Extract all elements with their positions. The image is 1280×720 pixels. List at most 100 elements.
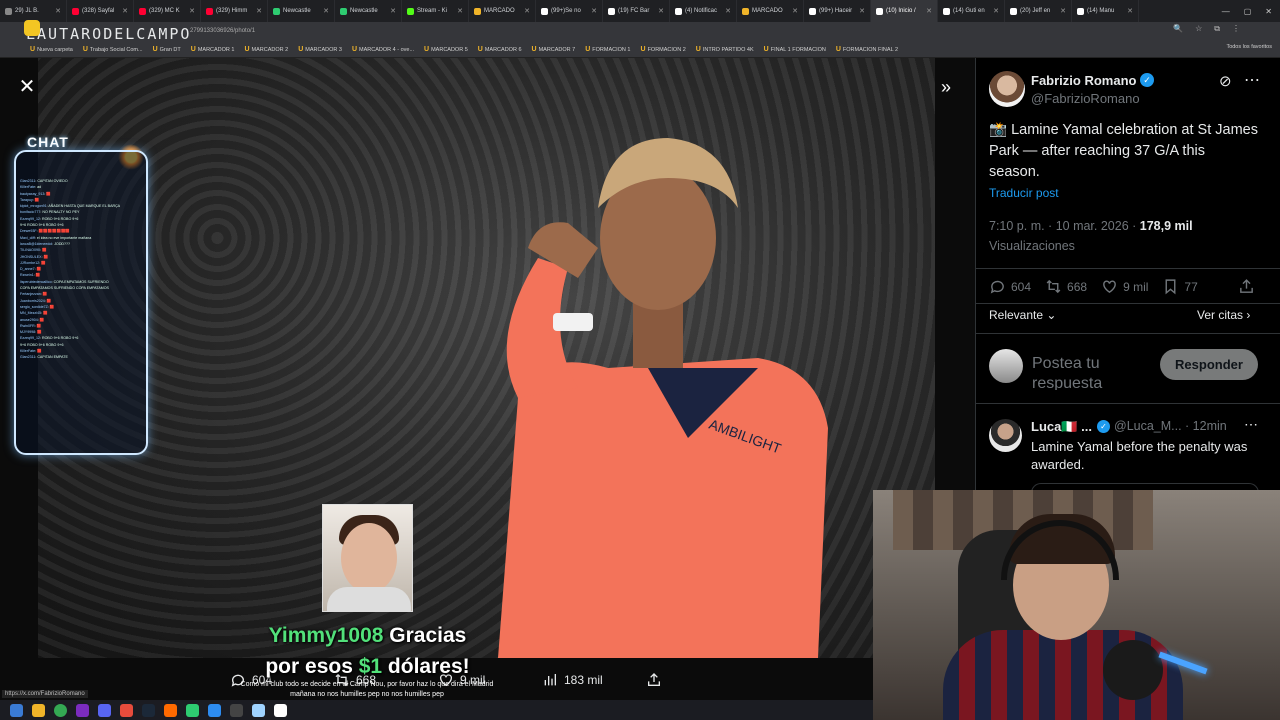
app-icon[interactable] (164, 703, 177, 717)
tab-close-icon[interactable]: ✕ (1060, 7, 1066, 15)
like-button[interactable]: 9 mil (1101, 278, 1148, 295)
grok-icon[interactable]: ⊘ (1219, 72, 1232, 90)
reply-author-avatar[interactable] (989, 419, 1022, 452)
start-icon[interactable] (10, 703, 23, 717)
tab-close-icon[interactable]: ✕ (55, 7, 61, 15)
viewer-share-button[interactable] (646, 672, 750, 688)
obs-icon[interactable] (230, 703, 243, 717)
tab-close-icon[interactable]: ✕ (792, 7, 798, 15)
author-name[interactable]: Fabrizio Romano (1031, 73, 1136, 88)
bookmark-item[interactable]: U MARCADOR 3 (298, 46, 342, 53)
tab-close-icon[interactable]: ✕ (189, 7, 195, 15)
close-viewer-button[interactable]: ✕ (16, 76, 38, 98)
tab-label: (14) Manu (1087, 8, 1115, 14)
steam-icon[interactable] (142, 703, 155, 717)
reply-submit-button[interactable]: Responder (1160, 349, 1258, 380)
app-icon[interactable] (76, 703, 89, 717)
bookmark-item[interactable]: U INTRO PARTIDO 4K (696, 46, 754, 53)
all-bookmarks-link[interactable]: Todos los favoritos (1226, 44, 1272, 50)
author-avatar[interactable] (989, 71, 1025, 107)
tab-close-icon[interactable]: ✕ (256, 7, 262, 15)
tab-close-icon[interactable]: ✕ (390, 7, 396, 15)
bookmark-item[interactable]: U Trabajo Social Com... (83, 46, 143, 53)
browser-tab[interactable]: (14) Manu ✕ (1072, 0, 1139, 22)
browser-tab[interactable]: 29) JL B. ✕ (0, 0, 67, 22)
tweet-timestamp[interactable]: 7:10 p. m. · 10 mar. 2026 · (989, 219, 1140, 233)
bookmark-button[interactable]: 77 (1162, 278, 1198, 295)
browser-tab[interactable]: (99+) Haceir ✕ (804, 0, 871, 22)
bookmark-item[interactable]: U MARCADOR 6 (478, 46, 522, 53)
bookmark-item[interactable]: U MARCADOR 7 (532, 46, 576, 53)
app-icon[interactable] (208, 703, 221, 717)
tab-close-icon[interactable]: ✕ (725, 7, 731, 15)
bookmark-item[interactable]: U FORMACION FINAL 2 (836, 46, 898, 53)
discord-icon[interactable] (98, 703, 111, 717)
bookmark-item[interactable]: U Gran DT (153, 46, 181, 53)
author-handle[interactable]: @FabrizioRomano (1031, 91, 1140, 106)
browser-tab[interactable]: (19) FC Bar ✕ (603, 0, 670, 22)
close-window-icon[interactable]: ✕ (1265, 7, 1272, 16)
tab-close-icon[interactable]: ✕ (323, 7, 329, 15)
url-text[interactable]: 2799133036926/photo/1 (190, 28, 255, 34)
bookmark-item[interactable]: U FORMACION 1 (585, 46, 630, 53)
more-options-icon[interactable]: ⋯ (1244, 416, 1258, 433)
minimize-icon[interactable]: — (1222, 7, 1230, 16)
browser-tab[interactable]: Stream - Ki ✕ (402, 0, 469, 22)
more-options-icon[interactable]: ⋯ (1244, 70, 1260, 90)
app-icon[interactable] (120, 703, 133, 717)
bookmark-item[interactable]: U FORMACION 2 (641, 46, 686, 53)
tab-close-icon[interactable]: ✕ (1127, 7, 1133, 15)
share-icon[interactable] (1238, 278, 1255, 295)
tab-close-icon[interactable]: ✕ (524, 7, 530, 15)
sort-dropdown[interactable]: Relevante ⌄ (989, 308, 1056, 322)
reply-button[interactable]: 604 (989, 278, 1031, 295)
donation-alert: Yimmy1008 Gracias por esos $1 dólares! (230, 620, 505, 682)
toggle-sidebar-button[interactable]: » (935, 76, 957, 98)
app-icon[interactable] (274, 703, 287, 717)
star-icon[interactable]: ☆ (1195, 24, 1202, 34)
browser-tab[interactable]: Newcastle ✕ (268, 0, 335, 22)
app-icon[interactable] (186, 703, 199, 717)
chrome-icon[interactable] (54, 703, 67, 717)
browser-tab[interactable]: (20) Jeff en ✕ (1005, 0, 1072, 22)
bookmark-favicon-icon: U (835, 46, 841, 53)
view-quotes-link[interactable]: Ver citas › (1197, 308, 1250, 322)
zoom-icon[interactable]: 🔍 (1173, 24, 1183, 34)
bookmark-item[interactable]: U FINAL 1 FORMACION (764, 46, 826, 53)
bookmark-item[interactable]: U MARCADOR 4 - ove... (352, 46, 414, 53)
app-icon[interactable] (252, 703, 265, 717)
tab-close-icon[interactable]: ✕ (859, 7, 865, 15)
translate-post-link[interactable]: Traducir post (989, 186, 1059, 200)
bookmark-item[interactable]: U MARCADOR 2 (244, 46, 288, 53)
tab-close-icon[interactable]: ✕ (591, 7, 597, 15)
tab-close-icon[interactable]: ✕ (658, 7, 664, 15)
tab-close-icon[interactable]: ✕ (993, 7, 999, 15)
tab-close-icon[interactable]: ✕ (457, 7, 463, 15)
browser-tab[interactable]: (14) Guti en ✕ (938, 0, 1005, 22)
browser-tab[interactable]: (99+)Se no ✕ (536, 0, 603, 22)
browser-tab[interactable]: (328) Sayfal ✕ (67, 0, 134, 22)
viewer-views-button[interactable]: 183 mil (542, 672, 646, 688)
folder-icon[interactable] (32, 703, 45, 717)
reply-author-name[interactable]: Luca🇮🇹 ... (1031, 419, 1092, 435)
bookmark-item[interactable]: U MARCADOR 1 (191, 46, 235, 53)
bookmark-item[interactable]: U MARCADOR 5 (424, 46, 468, 53)
maximize-icon[interactable]: ▢ (1244, 7, 1252, 16)
tab-close-icon[interactable]: ✕ (122, 7, 128, 15)
browser-tab[interactable]: (329) MC K ✕ (134, 0, 201, 22)
tab-close-icon[interactable]: ✕ (926, 7, 932, 15)
bookmark-item[interactable]: U Nueva carpeta (30, 46, 73, 53)
donation-message: Como mi club todo se decide en el Camp N… (240, 681, 494, 698)
browser-tab[interactable]: (10) Inicio / ✕ (871, 0, 938, 22)
browser-tab[interactable]: Newcastle ✕ (335, 0, 402, 22)
browser-tab[interactable]: (4) Notificac ✕ (670, 0, 737, 22)
browser-tab[interactable]: MARCADO ✕ (737, 0, 804, 22)
reply-author-handle[interactable]: @Luca_M... · 12min (1114, 419, 1227, 433)
browser-tab[interactable]: (329) Himm ✕ (201, 0, 268, 22)
menu-icon[interactable]: ⋮ (1232, 24, 1240, 34)
browser-tab[interactable]: MARCADO ✕ (469, 0, 536, 22)
reply-input[interactable]: Postea tu respuesta (1032, 354, 1152, 390)
extensions-icon[interactable]: ⧉ (1214, 24, 1220, 34)
repost-button[interactable]: 668 (1045, 278, 1087, 295)
divider (976, 303, 1280, 304)
